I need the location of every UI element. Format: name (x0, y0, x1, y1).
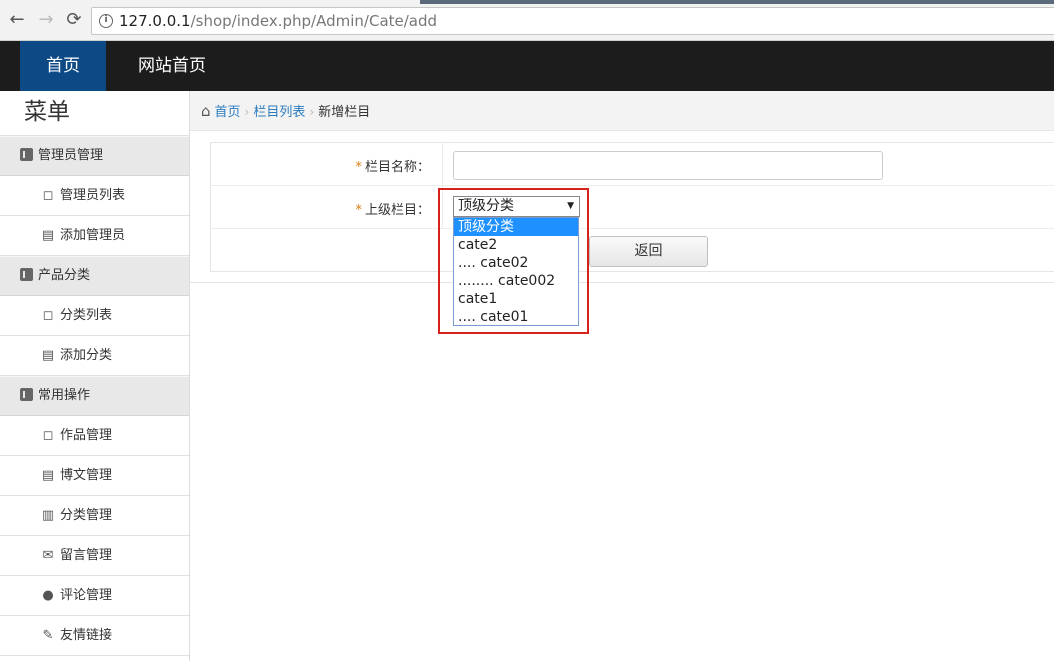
file-icon: ◻ (42, 308, 54, 323)
item-label: 评论管理 (60, 588, 113, 603)
item-label: 添加分类 (60, 348, 113, 363)
list-icon: ▤ (41, 228, 55, 243)
name-label: * 栏目名称： (355, 156, 430, 175)
group-label: 常用操作 (38, 388, 91, 403)
sidebar-item-links[interactable]: ✎ 友情链接 (0, 616, 189, 656)
breadcrumb-list[interactable]: 栏目列表 (253, 105, 305, 120)
browser-toolbar: ← → ⟳ i 127.0.0.1/shop/index.php/Admin/C… (0, 0, 1054, 41)
content-divider (190, 282, 1054, 283)
url-text: 127.0.0.1/shop/index.php/Admin/Cate/add (119, 12, 437, 30)
required-mark: * (355, 160, 362, 175)
item-label: 添加管理员 (60, 228, 126, 243)
envelope-icon: ✉ (42, 548, 54, 563)
item-label: 友情链接 (60, 628, 113, 643)
breadcrumb-home[interactable]: 首页 (215, 105, 241, 120)
user-card-icon (20, 148, 33, 161)
parent-label-text: 上级栏目： (364, 203, 430, 218)
item-label: 博文管理 (60, 468, 113, 483)
info-icon[interactable]: i (99, 14, 113, 28)
item-label: 管理员列表 (60, 188, 126, 203)
sidebar-item-add-category[interactable]: ▤ 添加分类 (0, 336, 189, 376)
dropdown-option[interactable]: cate1 (454, 290, 578, 308)
breadcrumb-separator: › (244, 105, 250, 119)
group-label: 管理员管理 (38, 148, 104, 163)
back-button[interactable]: ← (6, 9, 28, 31)
breadcrumb-separator: › (309, 105, 315, 119)
label-cell: * 栏目名称： (211, 143, 443, 185)
form-row-parent: * 上级栏目： (211, 186, 1054, 229)
nav-home[interactable]: 首页 (20, 41, 106, 91)
forward-button[interactable]: → (35, 9, 57, 31)
back-button-form[interactable]: 返回 (589, 236, 708, 267)
name-label-text: 栏目名称： (364, 160, 430, 175)
url-host: 127.0.0.1 (119, 12, 191, 30)
list-icon: ▤ (41, 468, 55, 483)
dropdown-option[interactable]: ........ cate002 (454, 272, 578, 290)
address-bar[interactable]: i 127.0.0.1/shop/index.php/Admin/Cate/ad… (91, 7, 1054, 35)
link-icon: ✎ (42, 628, 54, 643)
sidebar-group-admin[interactable]: 管理员管理 (0, 136, 189, 176)
sidebar-group-common[interactable]: 常用操作 (0, 376, 189, 416)
reload-button[interactable]: ⟳ (63, 9, 85, 31)
sidebar-item-messages[interactable]: ✉ 留言管理 (0, 536, 189, 576)
item-label: 分类管理 (60, 508, 113, 523)
category-name-input[interactable] (453, 151, 883, 180)
item-label: 留言管理 (60, 548, 113, 563)
dropdown-option[interactable]: .... cate02 (454, 254, 578, 272)
parent-category-options: 顶级分类 cate2 .... cate02 ........ cate002 … (453, 217, 579, 326)
window-top-strip (420, 0, 1054, 4)
chevron-down-icon: ▼ (567, 201, 574, 211)
sidebar: 菜单 管理员管理 ◻ 管理员列表 ▤ 添加管理员 产品分类 ◻ 分类列表 ▤ 添加分类 … (0, 91, 190, 661)
list-icon: ▤ (41, 348, 55, 363)
sidebar-item-works[interactable]: ◻ 作品管理 (0, 416, 189, 456)
sidebar-item-comments[interactable]: ● 评论管理 (0, 576, 189, 616)
breadcrumb: ⌂ 首页 › 栏目列表 › 新增栏目 (190, 91, 1054, 131)
breadcrumb-current: 新增栏目 (318, 105, 371, 120)
dropdown-option[interactable]: 顶级分类 (454, 218, 578, 236)
top-navbar: 首页 网站首页 (0, 41, 1054, 91)
sidebar-item-add-admin[interactable]: ▤ 添加管理员 (0, 216, 189, 256)
sidebar-item-category-list[interactable]: ◻ 分类列表 (0, 296, 189, 336)
sidebar-group-category[interactable]: 产品分类 (0, 256, 189, 296)
user-card-icon (20, 388, 33, 401)
group-label: 产品分类 (38, 268, 91, 283)
sidebar-item-posts[interactable]: ▤ 博文管理 (0, 456, 189, 496)
form-row-name: * 栏目名称： (211, 143, 1054, 186)
dropdown-option[interactable]: cate2 (454, 236, 578, 254)
item-label: 分类列表 (60, 308, 113, 323)
sidebar-item-admin-list[interactable]: ◻ 管理员列表 (0, 176, 189, 216)
item-label: 作品管理 (60, 428, 113, 443)
add-category-form: * 栏目名称： * 上级栏目： 返回 (210, 142, 1054, 272)
books-icon: ▥ (41, 508, 55, 523)
comment-icon: ● (42, 588, 54, 603)
dropdown-option[interactable]: .... cate01 (454, 308, 578, 326)
select-value: 顶级分类 (458, 198, 514, 214)
nav-website-home[interactable]: 网站首页 (120, 41, 224, 91)
url-path: /shop/index.php/Admin/Cate/add (190, 12, 438, 30)
sidebar-title: 菜单 (0, 91, 189, 136)
sidebar-item-categories[interactable]: ▥ 分类管理 (0, 496, 189, 536)
required-mark: * (355, 203, 362, 218)
user-card-icon (20, 268, 33, 281)
file-icon: ◻ (42, 428, 54, 443)
file-icon: ◻ (42, 188, 54, 203)
label-cell: * 上级栏目： (211, 186, 443, 228)
parent-category-select[interactable]: 顶级分类 ▼ (453, 196, 580, 217)
parent-label: * 上级栏目： (355, 199, 430, 218)
home-icon: ⌂ (201, 102, 211, 120)
